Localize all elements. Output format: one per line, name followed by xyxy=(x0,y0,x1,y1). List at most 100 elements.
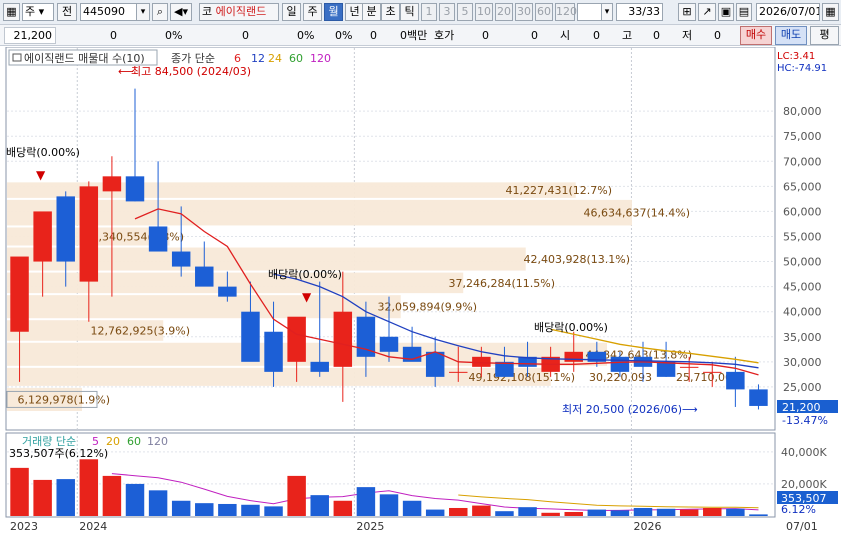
volume-profile-label: 41,227,431(12.7%) xyxy=(505,184,612,197)
interval-3-button[interactable]: 3 xyxy=(439,3,455,21)
volume-bar xyxy=(148,490,168,516)
trend-icon[interactable]: ↗ xyxy=(698,3,716,21)
hc-value: HC:-74.91 xyxy=(777,63,827,74)
x-right-label: 07/01 xyxy=(786,520,818,533)
volume-bar xyxy=(402,500,422,516)
volume-bar xyxy=(287,475,306,516)
volume-profile-label: 37,246,284(11.5%) xyxy=(448,277,555,290)
volume-bar xyxy=(518,507,537,516)
current-change-text: -13.47% xyxy=(782,414,828,427)
calendar-picker-icon[interactable]: ▦ xyxy=(822,3,839,21)
interval-dropdown-icon[interactable]: ▾ xyxy=(601,3,613,21)
quote-label: 호가 xyxy=(434,29,455,42)
volume-tick-label: 20,000K xyxy=(781,478,827,491)
volume-bar xyxy=(472,505,491,516)
low-arrow-icon: ⟶ xyxy=(682,403,698,416)
volume-profile-label: 32,059,894(9.9%) xyxy=(377,301,477,314)
period-second-button[interactable]: 초 xyxy=(381,3,400,21)
period-month-button[interactable]: 월 xyxy=(324,3,343,21)
search-icon[interactable]: ⌕ xyxy=(152,3,168,21)
field4: 0 xyxy=(370,29,377,42)
candle-body xyxy=(33,211,52,262)
volume-bar xyxy=(195,503,214,516)
x-tick-label: 2024 xyxy=(79,520,107,533)
period-minute-button[interactable]: 분 xyxy=(362,3,381,21)
calendar-icon[interactable]: ▤ xyxy=(736,3,752,21)
candle-body xyxy=(10,256,29,332)
date-input[interactable]: 2026/07/01 xyxy=(756,3,820,21)
price-field: 21,200 xyxy=(4,27,56,44)
crosshair-icon[interactable]: ⊞ xyxy=(678,3,696,21)
volume-profile-label: 42,403,928(13.1%) xyxy=(523,253,630,266)
save-icon[interactable]: ▣ xyxy=(718,3,734,21)
open-field: 0 xyxy=(593,29,600,42)
market-select[interactable]: 주 ▾ xyxy=(22,3,54,21)
period-select[interactable]: 전 xyxy=(57,3,77,21)
stock-name-text: 에이직랜드 xyxy=(215,5,267,18)
x-tick-label: 2026 xyxy=(633,520,661,533)
open-label: 시 xyxy=(560,29,571,42)
volume-bar xyxy=(102,475,122,516)
volume-profile-bar xyxy=(7,342,607,366)
candle-body xyxy=(56,196,75,262)
high-field: 0 xyxy=(653,29,660,42)
candle-body xyxy=(264,331,283,372)
candle-body xyxy=(241,311,260,362)
volume-bar xyxy=(56,479,75,516)
price-chart-svg[interactable]: 41,227,431(12.7%) 46,634,637(14.4%) 12,340… xyxy=(0,46,841,537)
candle-body xyxy=(102,176,122,192)
interval-30-button[interactable]: 30 xyxy=(515,3,533,21)
low-label: 저 xyxy=(682,29,693,42)
volume-bar xyxy=(425,509,445,516)
high-marker: ⟵ 최고 84,500 (2024/03) xyxy=(118,65,251,78)
volume-bar xyxy=(125,483,145,516)
field4-pct: 0% xyxy=(335,29,353,42)
price-tick-label: 50,000 xyxy=(783,256,822,269)
vol-ma60-legend: 60 xyxy=(127,435,141,448)
volume-bar xyxy=(749,514,768,516)
price-tick-label: 65,000 xyxy=(783,180,822,193)
price-tick-label: 60,000 xyxy=(783,205,822,218)
price-tick-label: 55,000 xyxy=(783,230,822,243)
ma60-legend: 60 xyxy=(289,52,303,65)
chart-area[interactable]: 41,227,431(12.7%) 46,634,637(14.4%) 12,340… xyxy=(0,46,841,537)
volume-bar xyxy=(656,508,676,516)
interval-10-button[interactable]: 10 xyxy=(475,3,493,21)
eval-button[interactable]: 평 xyxy=(810,26,839,45)
volume-profile-label: 46,634,637(14.4%) xyxy=(583,207,690,220)
count-display[interactable]: 33/33 xyxy=(616,3,663,21)
volume-bar xyxy=(218,503,237,516)
change-pct-field: 0% xyxy=(165,29,183,42)
current-price-text: 21,200 xyxy=(782,401,821,414)
stock-code-value: 445090 xyxy=(83,5,125,18)
dividend-label-1: 배당락(0.00%) xyxy=(6,146,80,159)
volume-profile-label: 12,762,925(3.9%) xyxy=(90,324,190,337)
volume-profile-label: 12,340,554(3.8%) xyxy=(84,230,184,243)
volume-bar xyxy=(610,510,630,516)
interval-5-button[interactable]: 5 xyxy=(457,3,473,21)
ma120-legend: 120 xyxy=(310,52,331,65)
sell-button[interactable]: 매도 xyxy=(775,26,807,45)
interval-1-button[interactable]: 1 xyxy=(421,3,437,21)
stock-legend-text: 에이직랜드 매물대 수(10) xyxy=(24,52,145,65)
x-tick-label: 2023 xyxy=(10,520,38,533)
speaker-icon[interactable]: ◀▾ xyxy=(170,3,192,21)
interval-20-button[interactable]: 20 xyxy=(495,3,513,21)
volume-bar xyxy=(679,509,699,516)
interval-60-button[interactable]: 60 xyxy=(535,3,553,21)
candle-body xyxy=(218,286,237,297)
candle-body xyxy=(610,356,630,372)
period-day-button[interactable]: 일 xyxy=(282,3,301,21)
period-week-button[interactable]: 주 xyxy=(303,3,322,21)
chart-type-icon[interactable]: ▦ xyxy=(3,3,20,21)
volume-peak-label: 353,507주(6.12%) xyxy=(9,447,108,460)
period-tick-button[interactable]: 틱 xyxy=(400,3,419,21)
candle-body xyxy=(749,389,768,406)
interval-120-button[interactable]: 120 xyxy=(555,3,577,21)
volume-bar xyxy=(449,507,468,516)
ma24-legend: 24 xyxy=(268,52,282,65)
code-dropdown-icon[interactable]: ▾ xyxy=(136,3,150,21)
high-label: 고 xyxy=(622,29,633,42)
buy-button[interactable]: 매수 xyxy=(740,26,772,45)
candle-body xyxy=(449,371,468,373)
